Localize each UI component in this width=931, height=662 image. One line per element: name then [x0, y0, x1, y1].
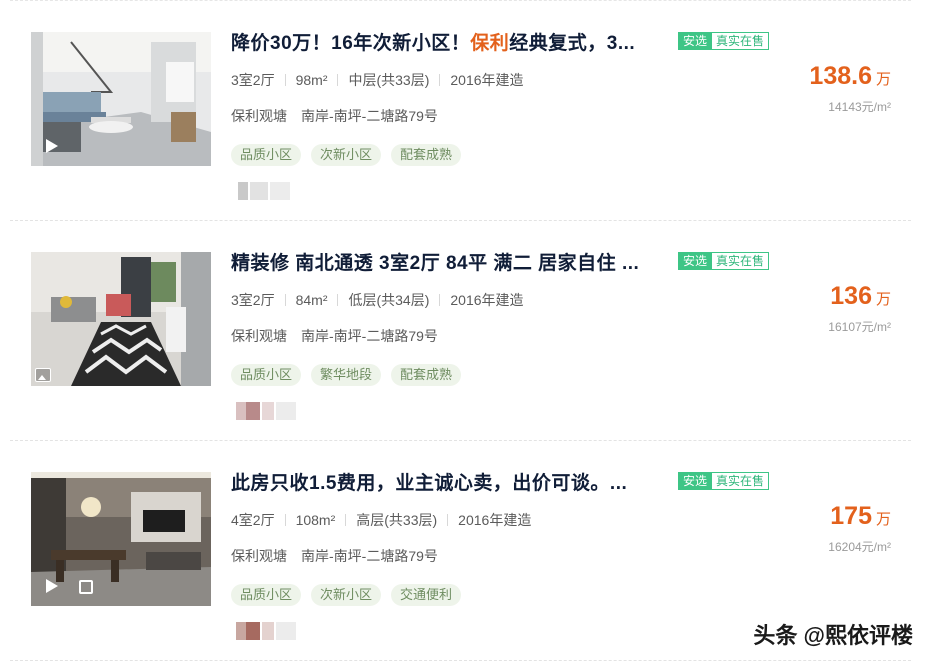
floor-area: 108m²: [295, 512, 336, 528]
agent-avatar-blurred[interactable]: [226, 178, 298, 204]
listing-photo[interactable]: [31, 472, 211, 606]
divider: [337, 294, 339, 306]
watermark: 头条 @熙依评楼: [753, 623, 913, 648]
feature-tag: 品质小区: [231, 144, 302, 166]
total-price: 175 万: [830, 502, 891, 531]
total-price: 136 万: [830, 282, 891, 311]
feature-tags: 品质小区 次新小区 交通便利: [231, 584, 471, 606]
feature-tag: 交通便利: [391, 584, 462, 606]
floor-level: 高层(共33层): [356, 512, 438, 528]
gallery-icon[interactable]: [35, 368, 51, 382]
feature-tag: 配套成熟: [391, 144, 462, 166]
listing-photo[interactable]: [31, 252, 211, 386]
tag-anxuan: 安选: [678, 472, 713, 490]
divider: [345, 514, 347, 526]
agent-avatar-blurred[interactable]: [226, 398, 298, 424]
divider: [284, 294, 286, 306]
house-attributes: 3室2厅 98m² 中层(共33层) 2016年建造: [231, 70, 524, 90]
price-unit: 万: [875, 511, 891, 528]
listing-card[interactable]: 降价30万！16年次新小区！保利经典复式，3... 安选 真实在售 3室2厅 98…: [10, 0, 911, 221]
tag-real-sale: 真实在售: [711, 472, 770, 490]
play-icon[interactable]: [41, 576, 61, 596]
location-link[interactable]: 南岸-南坪-二塘路79号: [301, 548, 438, 564]
title-text: 精装修 南北通透 3室2厅 84平 满二 居家自住 ...: [231, 253, 640, 274]
tag-anxuan: 安选: [678, 252, 713, 270]
location-link[interactable]: 南岸-南坪-二塘路79号: [301, 108, 438, 124]
tag-anxuan: 安选: [678, 32, 713, 50]
listing-page: 降价30万！16年次新小区！保利经典复式，3... 安选 真实在售 3室2厅 98…: [0, 0, 931, 662]
agent-avatar-blurred[interactable]: [226, 618, 298, 644]
community-link[interactable]: 保利观塘: [231, 328, 287, 344]
total-price: 138.6 万: [809, 62, 891, 91]
divider: [284, 514, 286, 526]
vr-icon[interactable]: [79, 580, 93, 594]
community-link[interactable]: 保利观塘: [231, 548, 287, 564]
listing-card[interactable]: 精装修 南北通透 3室2厅 84平 满二 居家自住 ... 安选 真实在售 3室…: [10, 220, 911, 441]
tag-real-sale: 真实在售: [711, 252, 770, 270]
listing-title[interactable]: 降价30万！16年次新小区！保利经典复式，3...: [231, 28, 661, 55]
feature-tags: 品质小区 次新小区 配套成熟: [231, 144, 471, 166]
feature-tags: 品质小区 繁华地段 配套成熟: [231, 364, 471, 386]
house-attributes: 3室2厅 84m² 低层(共34层) 2016年建造: [231, 290, 524, 310]
address: 保利观塘 南岸-南坪-二塘路79号: [231, 326, 438, 346]
price-unit: 万: [875, 71, 891, 88]
title-text: 此房只收1.5费用，业主诚心卖，出价可谈。...: [231, 473, 628, 494]
feature-tag: 配套成熟: [391, 364, 462, 386]
listing-title[interactable]: 此房只收1.5费用，业主诚心卖，出价可谈。...: [231, 468, 661, 495]
divider: [447, 514, 449, 526]
divider: [337, 74, 339, 86]
divider: [284, 74, 286, 86]
address: 保利观塘 南岸-南坪-二塘路79号: [231, 546, 438, 566]
price-value: 136: [830, 282, 872, 310]
location-link[interactable]: 南岸-南坪-二塘路79号: [301, 328, 438, 344]
listing-title[interactable]: 精装修 南北通透 3室2厅 84平 满二 居家自住 ...: [231, 248, 661, 275]
community-link[interactable]: 保利观塘: [231, 108, 287, 124]
unit-price: 16204元/m²: [828, 540, 891, 554]
room-layout: 4室2厅: [231, 512, 275, 528]
unit-price: 16107元/m²: [828, 320, 891, 334]
divider: [439, 74, 441, 86]
floor-level: 中层(共33层): [348, 72, 430, 88]
house-attributes: 4室2厅 108m² 高层(共33层) 2016年建造: [231, 510, 531, 530]
build-year: 2016年建造: [450, 292, 524, 308]
play-icon[interactable]: [41, 136, 61, 156]
title-text-rest: 经典复式，3...: [509, 33, 636, 54]
feature-tag: 次新小区: [311, 144, 382, 166]
listing-photo[interactable]: [31, 32, 211, 166]
floor-area: 84m²: [295, 292, 328, 308]
address: 保利观塘 南岸-南坪-二塘路79号: [231, 106, 438, 126]
unit-price: 14143元/m²: [828, 100, 891, 114]
feature-tag: 次新小区: [311, 584, 382, 606]
floor-level: 低层(共34层): [348, 292, 430, 308]
price-value: 175: [830, 502, 872, 530]
room-photo-2: [31, 252, 211, 386]
feature-tag: 繁华地段: [311, 364, 382, 386]
room-layout: 3室2厅: [231, 292, 275, 308]
tag-real-sale: 真实在售: [711, 32, 770, 50]
room-layout: 3室2厅: [231, 72, 275, 88]
divider: [439, 294, 441, 306]
build-year: 2016年建造: [450, 72, 524, 88]
feature-tag: 品质小区: [231, 584, 302, 606]
price-value: 138.6: [809, 62, 872, 90]
floor-area: 98m²: [295, 72, 328, 88]
title-text: 降价30万！16年次新小区！: [231, 33, 471, 54]
build-year: 2016年建造: [458, 512, 532, 528]
title-highlight: 保利: [470, 33, 510, 54]
feature-tag: 品质小区: [231, 364, 302, 386]
price-unit: 万: [875, 291, 891, 308]
